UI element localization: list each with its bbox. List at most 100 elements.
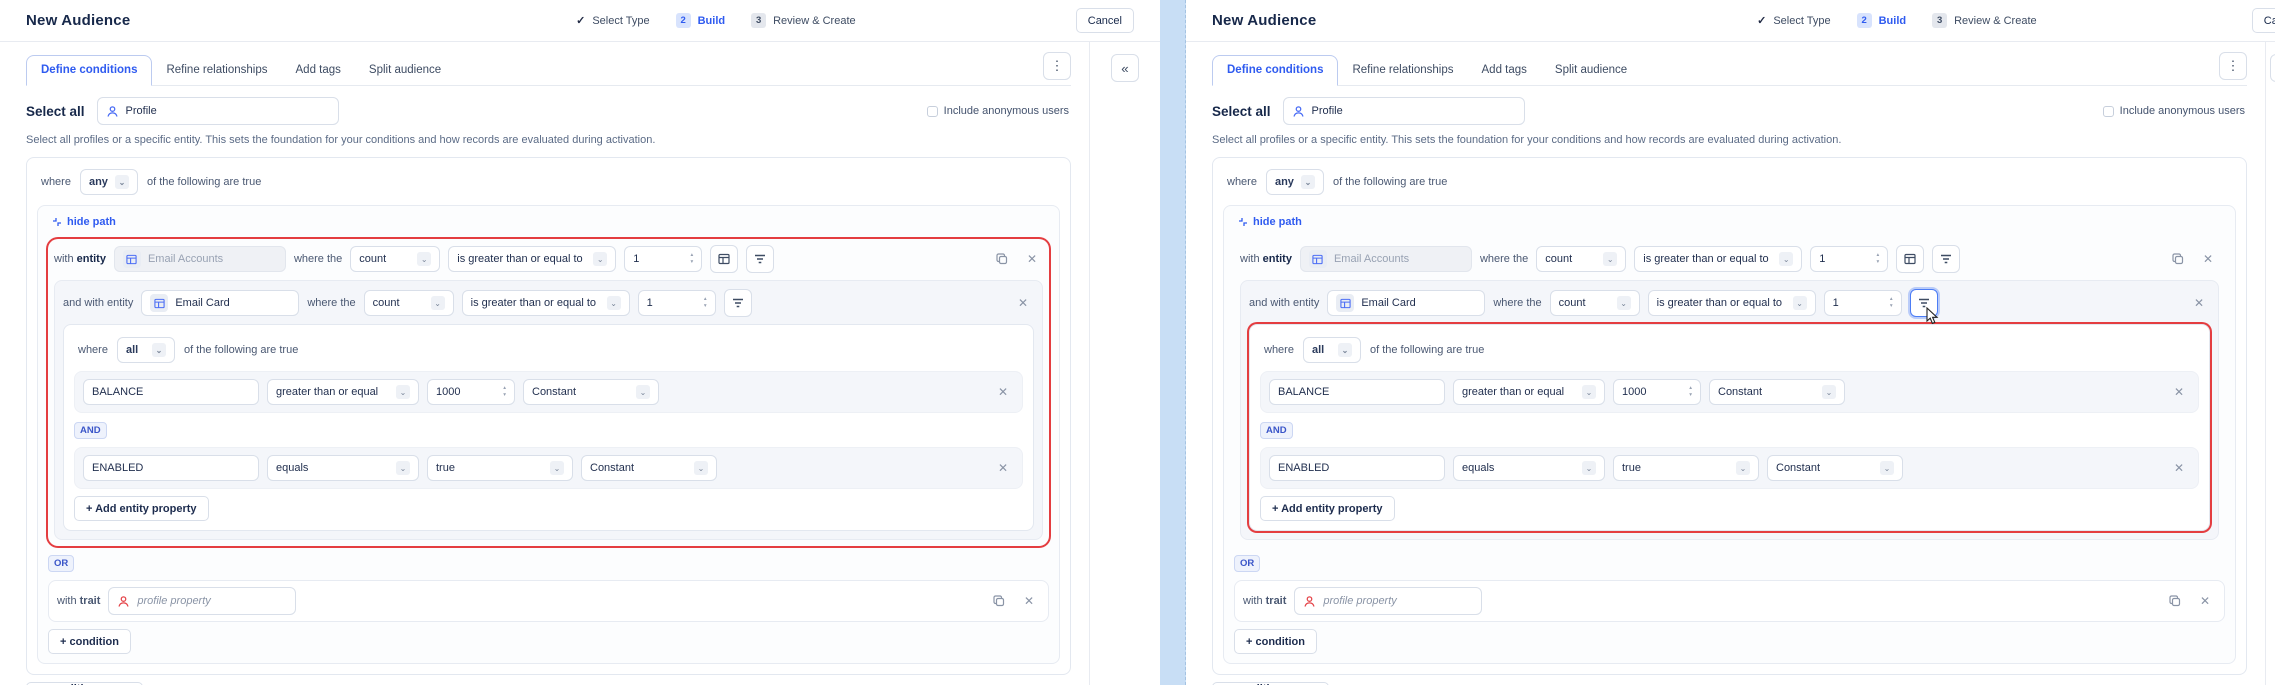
property2-value-type-select[interactable]: Constant ⌄ [581, 455, 717, 481]
entity2-aggregation-select[interactable]: count ⌄ [363, 290, 454, 316]
step-review-create[interactable]: 3 Review & Create [1932, 13, 2037, 28]
any-all-operator-select[interactable]: any ⌄ [1265, 169, 1324, 195]
step-select-type[interactable]: ✓ Select Type [576, 14, 650, 28]
property2-value-select[interactable]: true ⌄ [1613, 455, 1759, 481]
entity1-remove-button[interactable]: ✕ [2197, 248, 2219, 270]
number-stepper[interactable]: ▴ ▾ [1890, 296, 1893, 310]
step-build[interactable]: 2 Build [1856, 13, 1906, 28]
step-build[interactable]: 2 Build [675, 13, 725, 28]
profile-entity-select[interactable]: Profile [96, 97, 339, 125]
chevron-down-icon: ⌄ [396, 385, 410, 399]
property2-value-select[interactable]: true ⌄ [427, 455, 573, 481]
entity2-operator-select[interactable]: is greater than or equal to ⌄ [461, 290, 630, 316]
wizard-steps: ✓ Select Type 2 Build 3 Review & Create [356, 13, 1076, 28]
entity1-aggregation-select[interactable]: count ⌄ [1536, 246, 1627, 272]
and-badge: AND [1260, 422, 1293, 439]
collapse-panel-button[interactable]: « [2270, 54, 2275, 82]
any-all-operator-select[interactable]: any ⌄ [79, 169, 138, 195]
property1-value-input[interactable]: 1000 ▴ ▾ [427, 379, 515, 405]
add-condition-button[interactable]: + condition [48, 629, 131, 654]
trait-duplicate-button[interactable] [988, 590, 1010, 612]
entity1-picker[interactable]: Email Accounts [1299, 246, 1472, 272]
trait-remove-button[interactable]: ✕ [1018, 590, 1040, 612]
tab-add-tags[interactable]: Add tags [282, 56, 355, 85]
property1-name-input[interactable]: BALANCE [83, 379, 259, 405]
row-prefix: with [1243, 595, 1263, 607]
add-entity-property-button[interactable]: + Add entity property [74, 496, 209, 521]
entity1-remove-button[interactable]: ✕ [1021, 248, 1043, 270]
tab-refine-relationships[interactable]: Refine relationships [152, 56, 281, 85]
entity2-aggregation-select[interactable]: count ⌄ [1549, 290, 1640, 316]
number-stepper[interactable]: ▴ ▾ [1877, 252, 1880, 266]
entity1-aggregation-select[interactable]: count ⌄ [350, 246, 441, 272]
trait-picker[interactable]: profile property [1294, 587, 1483, 615]
tab-define-conditions[interactable]: Define conditions [26, 55, 153, 86]
entity2-picker[interactable]: Email Card [1327, 290, 1486, 316]
property1-name-input[interactable]: BALANCE [1269, 379, 1445, 405]
hide-path-link[interactable]: hide path [48, 214, 120, 230]
entity2-filter-button[interactable] [723, 289, 752, 317]
include-anonymous-checkbox[interactable] [926, 105, 938, 117]
entity1-table-view-button[interactable] [1896, 245, 1925, 273]
entity2-picker[interactable]: Email Card [141, 290, 300, 316]
operator-value: any [88, 176, 108, 188]
property2-operator-select[interactable]: equals ⌄ [1453, 455, 1605, 481]
number-stepper[interactable]: ▴ ▾ [691, 252, 694, 266]
tab-split-audience[interactable]: Split audience [1541, 56, 1641, 85]
inner-any-all-select[interactable]: all ⌄ [116, 337, 175, 363]
property1-value-input[interactable]: 1000 ▴ ▾ [1613, 379, 1701, 405]
property2-operator-select[interactable]: equals ⌄ [267, 455, 419, 481]
more-options-button[interactable]: ⋮ [1043, 52, 1071, 80]
tab-refine-relationships[interactable]: Refine relationships [1338, 56, 1467, 85]
property1-value-type-select[interactable]: Constant ⌄ [523, 379, 659, 405]
property1-value-type-select[interactable]: Constant ⌄ [1709, 379, 1845, 405]
entity2-filter-button[interactable] [1909, 289, 1938, 317]
property1-operator-select[interactable]: greater than or equal ⌄ [1453, 379, 1605, 405]
entity1-picker[interactable]: Email Accounts [113, 246, 286, 272]
trait-remove-button[interactable]: ✕ [2194, 590, 2216, 612]
collapse-panel-button[interactable]: « [1111, 54, 1139, 82]
inner-any-all-select[interactable]: all ⌄ [1302, 337, 1361, 363]
step-select-type[interactable]: ✓ Select Type [1757, 14, 1831, 28]
entity1-duplicate-button[interactable] [2167, 248, 2189, 270]
entity1-operator-select[interactable]: is greater than or equal to ⌄ [1634, 246, 1803, 272]
property2-name-input[interactable]: ENABLED [1269, 455, 1445, 481]
tab-split-audience[interactable]: Split audience [355, 56, 455, 85]
tab-add-tags[interactable]: Add tags [1468, 56, 1541, 85]
property1-operator-select[interactable]: greater than or equal ⌄ [267, 379, 419, 405]
number-stepper[interactable]: ▴ ▾ [503, 385, 506, 399]
entity1-operator-select[interactable]: is greater than or equal to ⌄ [448, 246, 617, 272]
property2-value-type-select[interactable]: Constant ⌄ [1767, 455, 1903, 481]
property2-name-input[interactable]: ENABLED [83, 455, 259, 481]
include-anonymous-checkbox[interactable] [2102, 105, 2114, 117]
entity1-filter-button[interactable] [746, 245, 775, 273]
entity2-count-input[interactable]: 1 ▴ ▾ [637, 290, 716, 316]
chevron-down-icon: ⌄ [417, 252, 432, 266]
number-stepper[interactable]: ▴ ▾ [704, 296, 707, 310]
entity1-count-input[interactable]: 1 ▴ ▾ [624, 246, 703, 272]
profile-entity-select[interactable]: Profile [1282, 97, 1525, 125]
tab-define-conditions[interactable]: Define conditions [1212, 55, 1339, 86]
property2-remove-button[interactable]: ✕ [2168, 457, 2190, 479]
entity1-table-view-button[interactable] [710, 245, 739, 273]
entity2-count-input[interactable]: 1 ▴ ▾ [1823, 290, 1902, 316]
step-review-create[interactable]: 3 Review & Create [751, 13, 856, 28]
hide-path-link[interactable]: hide path [1234, 214, 1306, 230]
entity2-remove-button[interactable]: ✕ [2188, 292, 2210, 314]
entity2-remove-button[interactable]: ✕ [1012, 292, 1034, 314]
add-condition-button[interactable]: + condition [1234, 629, 1317, 654]
add-entity-property-button[interactable]: + Add entity property [1260, 496, 1395, 521]
entity1-duplicate-button[interactable] [991, 248, 1013, 270]
more-options-button[interactable]: ⋮ [2219, 52, 2247, 80]
entity1-filter-button[interactable] [1932, 245, 1961, 273]
entity1-count-input[interactable]: 1 ▴ ▾ [1810, 246, 1889, 272]
trait-duplicate-button[interactable] [2164, 590, 2186, 612]
property2-remove-button[interactable]: ✕ [992, 457, 1014, 479]
cancel-button[interactable]: Cancel [2251, 8, 2275, 33]
number-stepper[interactable]: ▴ ▾ [1689, 385, 1692, 399]
property1-remove-button[interactable]: ✕ [2168, 381, 2190, 403]
entity2-operator-select[interactable]: is greater than or equal to ⌄ [1647, 290, 1816, 316]
property1-remove-button[interactable]: ✕ [992, 381, 1014, 403]
cancel-button[interactable]: Cancel [1075, 8, 1134, 33]
trait-picker[interactable]: profile property [108, 587, 297, 615]
